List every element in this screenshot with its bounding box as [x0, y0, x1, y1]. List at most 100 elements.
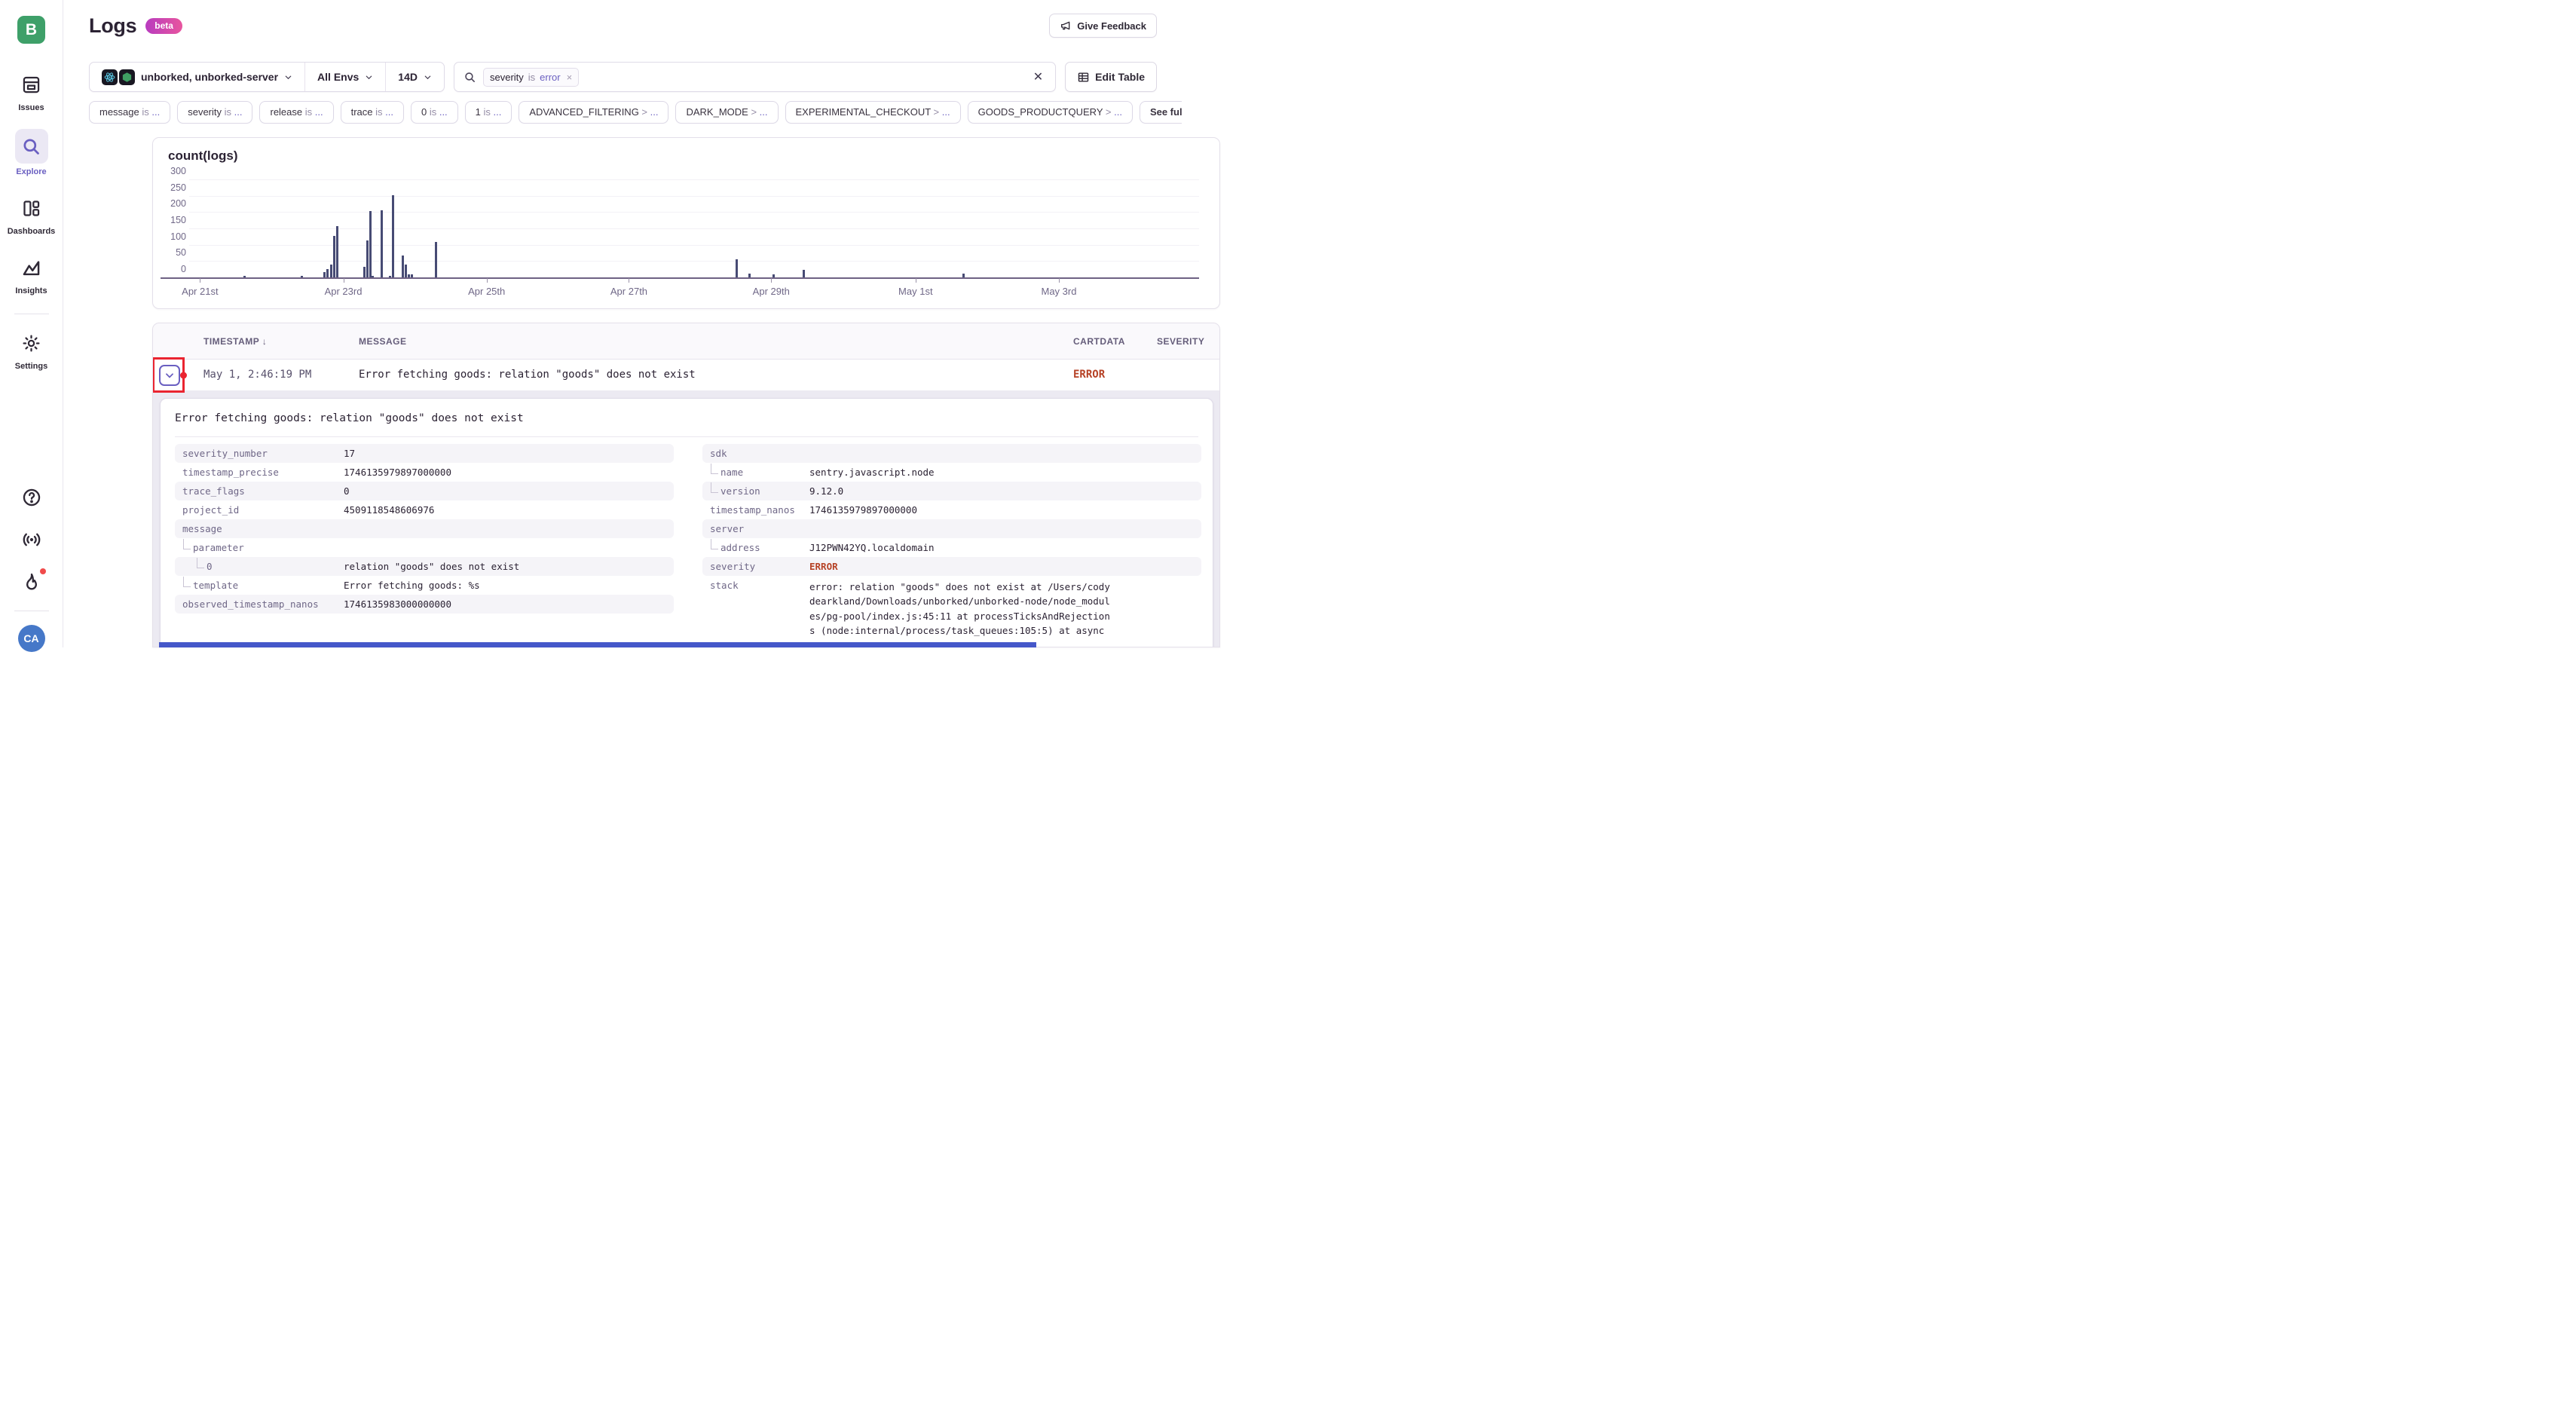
date-range-selector[interactable]: 14D	[386, 63, 444, 91]
page-title: Logs	[89, 14, 136, 38]
detail-attributes-left: severity_number17 timestamp_precise17461…	[175, 444, 674, 614]
table-icon	[1077, 71, 1090, 84]
notification-dot	[40, 568, 46, 574]
attribute-row[interactable]: observed_timestamp_nanos1746135983000000…	[175, 595, 674, 614]
chart-y-tick-label: 0	[161, 264, 186, 274]
attribute-row[interactable]: severity_number17	[175, 444, 674, 463]
broadcast-icon[interactable]	[15, 525, 48, 555]
filter-chip-goods-productquery[interactable]: GOODS_PRODUCTQUERY > ...	[968, 101, 1133, 124]
chevron-down-icon	[284, 73, 292, 81]
platform-icons	[102, 69, 135, 85]
expand-row-button[interactable]	[159, 365, 180, 386]
help-icon[interactable]	[15, 482, 48, 513]
chart-x-labels: Apr 21stApr 23rdApr 25thApr 27thApr 29th…	[161, 286, 1199, 298]
chart-y-tick-label: 250	[161, 182, 186, 193]
logs-count-chart: count(logs) 050100150200250300 Apr 21stA…	[152, 137, 1220, 309]
see-full-list-button[interactable]: See full list	[1140, 101, 1182, 124]
attribute-group-row[interactable]: sdk	[702, 444, 1201, 463]
filter-chip-advanced-filtering[interactable]: ADVANCED_FILTERING > ...	[519, 101, 668, 124]
filter-chip-0[interactable]: 0 is ...	[411, 101, 458, 124]
filter-chip-severity[interactable]: severity is ...	[177, 101, 252, 124]
chart-gridline	[189, 245, 1199, 246]
attribute-row[interactable]: addressJ12PWN42YQ.localdomain	[702, 538, 1201, 557]
chevron-down-icon	[424, 73, 432, 81]
sidebar-item-explore[interactable]: Explore	[15, 129, 48, 176]
chart-x-tick	[487, 278, 488, 283]
filter-chip-message[interactable]: message is ...	[89, 101, 170, 124]
chart-bar	[405, 265, 407, 278]
chart-x-tick	[1059, 278, 1060, 283]
environment-selector[interactable]: All Envs	[305, 63, 385, 91]
chart-x-tick-label: Apr 27th	[610, 286, 647, 297]
project-selector-label: unborked, unborked-server	[141, 71, 278, 83]
search-input[interactable]: severity is error × ✕	[454, 62, 1056, 92]
sidebar-label: Settings	[15, 362, 47, 371]
attribute-row[interactable]: timestamp_nanos1746135979897000000	[702, 500, 1201, 519]
insights-icon	[15, 253, 48, 283]
chart-bar	[366, 240, 369, 278]
chart-x-tick-label: Apr 29th	[753, 286, 790, 297]
chart-plot-area[interactable]: 050100150200250300	[161, 180, 1199, 278]
dashboards-icon	[14, 193, 47, 223]
column-header-message[interactable]: MESSAGE	[359, 336, 407, 347]
detail-attributes-right: sdk namesentry.javascript.node version9.…	[702, 444, 1201, 642]
attribute-row[interactable]: namesentry.javascript.node	[702, 463, 1201, 482]
project-selector[interactable]: unborked, unborked-server	[90, 63, 304, 91]
search-icon	[15, 129, 48, 164]
column-header-cartdata[interactable]: CARTDATA	[1073, 336, 1125, 347]
clear-search-icon[interactable]: ✕	[1030, 69, 1046, 84]
chart-x-tick-label: Apr 21st	[182, 286, 218, 297]
sidebar-item-settings[interactable]: Settings	[15, 328, 48, 371]
token-remove-icon[interactable]: ×	[565, 72, 573, 83]
attribute-row[interactable]: templateError fetching goods: %s	[175, 576, 674, 595]
chart-x-tick	[771, 278, 772, 283]
divider	[175, 436, 1198, 437]
bottom-scrollbar[interactable]	[159, 642, 1036, 647]
node-platform-icon	[119, 69, 135, 85]
attribute-row[interactable]: 0relation "goods" does not exist	[175, 557, 674, 576]
edit-table-label: Edit Table	[1095, 71, 1145, 83]
sidebar-label: Insights	[15, 286, 47, 295]
sidebar-item-insights[interactable]: Insights	[15, 253, 48, 295]
give-feedback-button[interactable]: Give Feedback	[1049, 14, 1157, 38]
page-header: Logs beta Give Feedback	[89, 14, 1157, 38]
log-table-row[interactable]: May 1, 2:46:19 PM Error fetching goods: …	[153, 360, 1219, 391]
attribute-row[interactable]: version9.12.0	[702, 482, 1201, 500]
token-key: severity	[490, 72, 524, 83]
chart-bar	[330, 265, 332, 278]
chart-bar	[336, 226, 338, 278]
chart-bar	[402, 256, 404, 278]
chart-y-tick-label: 200	[161, 198, 186, 209]
search-filter-token[interactable]: severity is error ×	[483, 68, 579, 87]
log-detail-panel: Error fetching goods: relation "goods" d…	[160, 398, 1213, 647]
attribute-row[interactable]: timestamp_precise1746135979897000000	[175, 463, 674, 482]
sidebar-item-dashboards[interactable]: Dashboards	[8, 193, 56, 236]
whats-new-flame-icon[interactable]	[15, 567, 48, 597]
filter-chip-trace[interactable]: trace is ...	[341, 101, 404, 124]
attribute-group-row[interactable]: message	[175, 519, 674, 538]
edit-table-button[interactable]: Edit Table	[1065, 62, 1157, 92]
filter-chip-experimental-checkout[interactable]: EXPERIMENTAL_CHECKOUT > ...	[785, 101, 961, 124]
filter-chip-dark-mode[interactable]: DARK_MODE > ...	[675, 101, 778, 124]
attribute-row[interactable]: project_id4509118548606976	[175, 500, 674, 519]
column-header-timestamp[interactable]: TIMESTAMP ↓	[203, 336, 267, 347]
attribute-row[interactable]: severityERROR	[702, 557, 1201, 576]
user-avatar[interactable]: CA	[18, 625, 45, 652]
detail-title: Error fetching goods: relation "goods" d…	[175, 412, 524, 424]
token-value: error	[540, 72, 560, 83]
attribute-row[interactable]: trace_flags0	[175, 482, 674, 500]
attribute-group-row[interactable]: server	[702, 519, 1201, 538]
chart-y-tick-label: 300	[161, 166, 186, 176]
table-header: TIMESTAMP ↓ MESSAGE CARTDATA SEVERITY	[153, 323, 1219, 360]
attribute-row[interactable]: parameter	[175, 538, 674, 557]
chart-x-ticks	[161, 278, 1199, 283]
beta-badge: beta	[145, 18, 182, 34]
filter-chip-1[interactable]: 1 is ...	[465, 101, 512, 124]
sidebar-item-issues[interactable]: Issues	[15, 69, 48, 112]
filter-chip-release[interactable]: release is ...	[259, 101, 333, 124]
attribute-row-stack[interactable]: stackerror: relation "goods" does not ex…	[702, 576, 1201, 642]
log-message: Error fetching goods: relation "goods" d…	[359, 369, 696, 381]
column-header-severity[interactable]: SEVERITY	[1157, 336, 1204, 347]
org-logo[interactable]: B	[17, 16, 45, 44]
search-icon	[463, 71, 476, 84]
